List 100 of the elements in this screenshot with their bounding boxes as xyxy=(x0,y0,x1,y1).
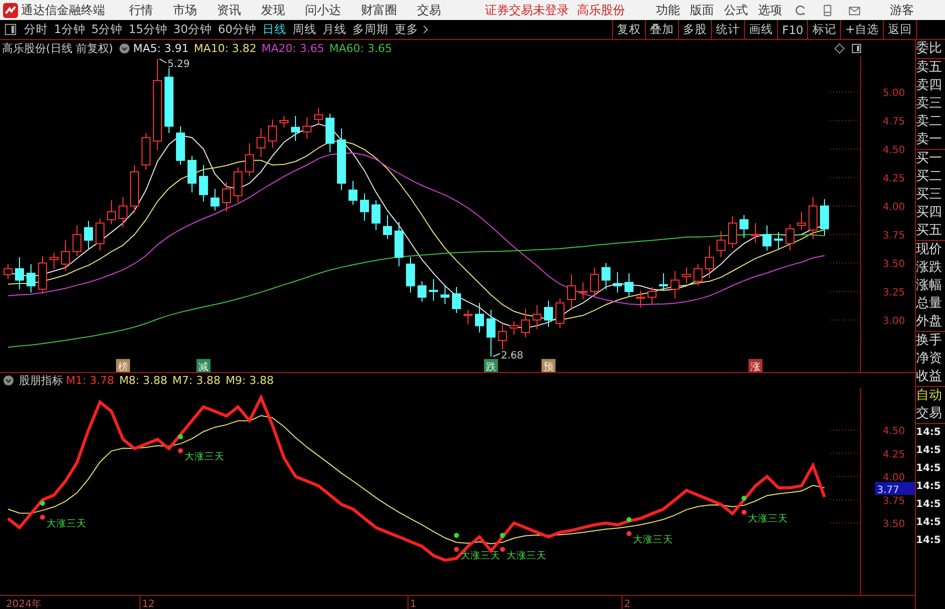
candlestick xyxy=(705,245,714,278)
trade-time: 14:5 xyxy=(916,426,942,440)
toolbar-button[interactable]: F10 xyxy=(777,20,808,39)
menu-item[interactable]: 选项 xyxy=(758,2,782,18)
candlestick xyxy=(486,309,496,357)
menu-item[interactable]: 版面 xyxy=(690,2,714,18)
toolbar-button[interactable]: 多股 xyxy=(678,20,712,39)
candlestick xyxy=(464,309,472,326)
signal-label: 大涨三天 xyxy=(46,518,86,530)
candlestick xyxy=(326,113,334,153)
toolbar-button[interactable]: 统计 xyxy=(711,20,744,39)
panel-toggle-icon[interactable] xyxy=(4,23,17,36)
candlestick xyxy=(786,224,794,251)
quote-field-label: 外盘 xyxy=(916,313,943,331)
period-tab[interactable]: 分时 xyxy=(21,20,51,38)
period-tab[interactable]: 日线 xyxy=(260,20,290,38)
date-axis-label: 1 xyxy=(410,599,416,609)
candlestick xyxy=(210,188,220,212)
collapse-icon[interactable] xyxy=(3,375,14,386)
date-axis-label: 2024年 xyxy=(6,599,42,609)
leader-line xyxy=(159,58,167,64)
indicator-axis-label: 4.25 xyxy=(882,449,905,460)
candlestick xyxy=(740,214,748,238)
menu-item[interactable]: 交易 xyxy=(417,2,441,18)
signal-dot xyxy=(500,546,505,552)
candlestick xyxy=(820,198,829,236)
period-tab[interactable]: 60分钟 xyxy=(214,20,260,38)
menu-item[interactable]: 市场 xyxy=(173,2,197,18)
auto-trade-label[interactable]: 自动 xyxy=(916,387,945,405)
date-axis-label: 12 xyxy=(142,599,155,609)
candlestick xyxy=(532,304,542,330)
candlestick xyxy=(4,264,12,280)
signal-dot xyxy=(626,531,632,536)
trade-time: 14:5 xyxy=(916,534,942,548)
trade-label[interactable]: 交易 xyxy=(916,405,945,423)
trade-time: 14:5 xyxy=(916,516,942,530)
quote-field-label: 涨跌 xyxy=(916,259,943,277)
toolbar-button[interactable]: 返回 xyxy=(883,20,916,39)
refresh-icon[interactable] xyxy=(794,4,807,16)
quote-field-label: 委比 xyxy=(916,40,943,58)
menu-item[interactable]: 功能 xyxy=(656,2,680,18)
period-tab[interactable]: 更多 xyxy=(392,20,422,38)
quote-field-label: 卖五 xyxy=(916,59,943,77)
period-tab[interactable]: 月线 xyxy=(320,20,350,38)
period-tab[interactable]: 周线 xyxy=(290,20,320,38)
signal-marker: 涨 xyxy=(748,359,762,372)
period-tab[interactable]: 30分钟 xyxy=(170,20,215,38)
candlestick xyxy=(26,264,36,294)
toolbar-button[interactable]: 标记 xyxy=(807,20,840,39)
candlestick xyxy=(383,214,392,240)
indicator-legend-value: M8: 3.88 xyxy=(119,374,168,387)
chevron-right-icon[interactable] xyxy=(422,24,429,35)
candlestick xyxy=(521,308,530,338)
menu-item[interactable]: 财富圈 xyxy=(361,2,397,18)
user-label[interactable]: 游客 xyxy=(890,2,914,18)
indicator-legend-value: M1: 3.78 xyxy=(66,374,114,387)
signal-marker: 预 xyxy=(542,359,556,372)
quote-field-label: 买五 xyxy=(916,222,943,240)
diamond-icon[interactable] xyxy=(834,42,845,54)
toolbar-button[interactable]: 画线 xyxy=(744,20,778,39)
candlestick xyxy=(130,164,139,214)
toolbar-button[interactable]: 叠加 xyxy=(645,20,678,39)
menu-item[interactable]: 资讯 xyxy=(217,2,241,18)
quote-field-label: 现价 xyxy=(916,241,943,259)
quote-field-label: 卖四 xyxy=(916,77,943,95)
indicator-axis-label: 3.75 xyxy=(882,496,905,507)
candlestick xyxy=(808,196,818,240)
collapse-icon[interactable] xyxy=(119,42,130,54)
trade-time: 14:5 xyxy=(916,444,942,458)
candlestick xyxy=(268,118,277,148)
app-title: 通达信金融终端 xyxy=(21,2,105,18)
trade-time: 14:5 xyxy=(916,480,942,494)
menu-item[interactable]: 发现 xyxy=(261,2,285,18)
period-tab[interactable]: 多周期 xyxy=(350,20,392,38)
candlestick xyxy=(61,240,70,272)
menu-item[interactable]: 公式 xyxy=(724,2,748,18)
menu-item[interactable]: 行情 xyxy=(129,2,153,18)
candlestick xyxy=(142,132,150,170)
panel-toggle-icon[interactable] xyxy=(851,42,862,54)
candlestick xyxy=(222,182,231,212)
menu-item[interactable]: 问小达 xyxy=(305,2,341,18)
price-axis-label: 4.00 xyxy=(882,202,905,213)
candlestick xyxy=(15,256,24,290)
period-tab[interactable]: 5分钟 xyxy=(88,20,126,38)
toolbar-button[interactable]: +自选 xyxy=(840,20,883,39)
leader-line xyxy=(492,352,500,357)
quote-field-label: 买四 xyxy=(916,204,943,222)
signal-marker: 榜 xyxy=(116,359,130,372)
phone-icon[interactable] xyxy=(821,4,834,16)
candlestick xyxy=(176,126,185,166)
date-axis-label: 2 xyxy=(624,599,630,609)
candlestick xyxy=(164,68,174,134)
toolbar-button[interactable]: 复权 xyxy=(612,20,646,39)
candlestick xyxy=(234,166,242,204)
candlestick xyxy=(418,280,426,302)
period-tab[interactable]: 15分钟 xyxy=(126,20,170,38)
period-tab[interactable]: 1分钟 xyxy=(51,20,88,38)
price-axis-label: 3.25 xyxy=(882,288,905,298)
signal-dot xyxy=(500,532,505,538)
candlestick xyxy=(372,200,380,230)
